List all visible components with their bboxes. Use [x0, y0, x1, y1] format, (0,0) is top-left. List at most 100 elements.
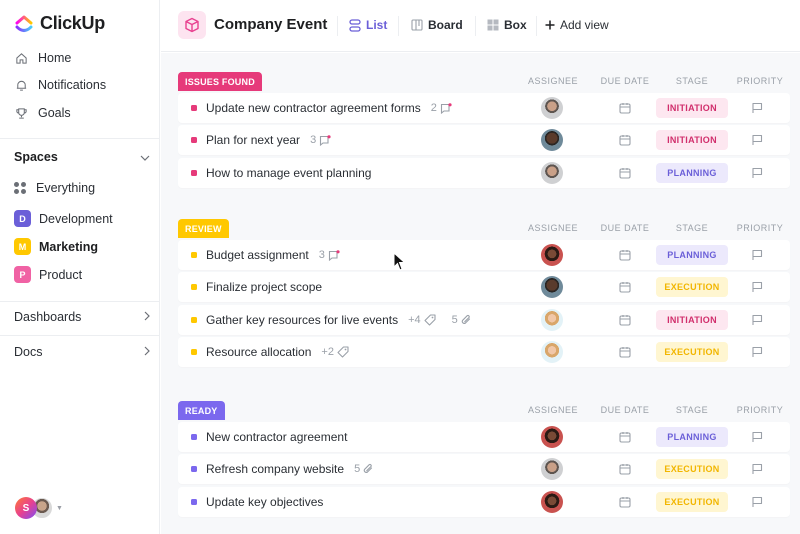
chevron-down-icon[interactable]: [140, 150, 150, 164]
status-indicator[interactable]: [191, 169, 197, 176]
nav-notifications[interactable]: Notifications: [14, 78, 106, 92]
task-row[interactable]: Plan for next year 3 INITIATION: [178, 125, 790, 156]
task-name[interactable]: Plan for next year: [206, 133, 300, 147]
assignee-avatar[interactable]: [541, 308, 563, 331]
tab-list[interactable]: List: [349, 18, 387, 32]
comment-count[interactable]: 3: [310, 134, 331, 146]
calendar-icon[interactable]: [619, 249, 631, 261]
dashboards-link[interactable]: Dashboards: [14, 310, 150, 324]
add-view-button[interactable]: Add view: [545, 18, 609, 32]
status-indicator[interactable]: [191, 252, 197, 258]
task-name[interactable]: Refresh company website: [206, 462, 344, 476]
assignee-avatar[interactable]: [541, 490, 563, 513]
assignee-avatar[interactable]: [541, 458, 563, 481]
task-name[interactable]: Resource allocation: [206, 345, 311, 359]
comment-count[interactable]: 3: [319, 249, 340, 261]
clickup-logo[interactable]: ClickUp: [14, 13, 105, 34]
column-header-assignee[interactable]: ASSIGNEE: [518, 405, 588, 415]
task-row[interactable]: Resource allocation +2 EXECUTION: [178, 336, 790, 367]
assignee-avatar[interactable]: [541, 129, 563, 152]
status-indicator[interactable]: [191, 434, 197, 440]
column-header-stage[interactable]: STAGE: [658, 405, 726, 415]
tab-board[interactable]: Board: [411, 18, 463, 32]
priority-flag-icon[interactable]: [751, 463, 763, 475]
status-indicator[interactable]: [191, 348, 197, 355]
space-everything[interactable]: Everything: [14, 181, 95, 195]
status-indicator[interactable]: [191, 137, 197, 144]
column-header-assignee[interactable]: ASSIGNEE: [518, 223, 588, 233]
priority-flag-icon[interactable]: [751, 496, 763, 508]
column-header-priority[interactable]: PRIORITY: [730, 223, 790, 233]
task-row[interactable]: Budget assignment 3 PLANNING: [178, 240, 790, 270]
task-row[interactable]: Update key objectives EXECUTION: [178, 486, 790, 517]
attachment-count[interactable]: 5: [452, 314, 472, 326]
task-name[interactable]: Budget assignment: [206, 248, 309, 262]
task-row[interactable]: Refresh company website 5 EXECUTION: [178, 454, 790, 485]
column-header-priority[interactable]: PRIORITY: [730, 76, 790, 86]
task-name[interactable]: Update key objectives: [206, 495, 323, 509]
stage-badge[interactable]: EXECUTION: [656, 277, 728, 298]
task-row[interactable]: New contractor agreement PLANNING: [178, 422, 790, 452]
assignee-avatar[interactable]: [541, 276, 563, 299]
priority-flag-icon[interactable]: [751, 346, 763, 358]
stage-badge[interactable]: INITIATION: [656, 98, 728, 118]
calendar-icon[interactable]: [619, 102, 631, 114]
status-indicator[interactable]: [191, 466, 197, 473]
stage-badge[interactable]: EXECUTION: [656, 459, 728, 480]
column-header-due-date[interactable]: DUE DATE: [594, 76, 656, 86]
priority-flag-icon[interactable]: [751, 281, 763, 293]
tab-box[interactable]: Box: [487, 18, 527, 32]
calendar-icon[interactable]: [619, 496, 631, 508]
task-name[interactable]: New contractor agreement: [206, 430, 347, 444]
priority-flag-icon[interactable]: [751, 167, 763, 179]
status-indicator[interactable]: [191, 284, 197, 291]
calendar-icon[interactable]: [619, 314, 631, 326]
column-header-due-date[interactable]: DUE DATE: [594, 223, 656, 233]
group-status-tag[interactable]: READY: [178, 401, 225, 420]
group-status-tag[interactable]: ISSUES FOUND: [178, 72, 262, 91]
column-header-stage[interactable]: STAGE: [658, 76, 726, 86]
task-row[interactable]: Update new contractor agreement forms 2 IN…: [178, 93, 790, 123]
calendar-icon[interactable]: [619, 346, 631, 358]
priority-flag-icon[interactable]: [751, 102, 763, 114]
task-row[interactable]: Gather key resources for live events +4 5 I…: [178, 304, 790, 335]
comment-count[interactable]: 2: [431, 102, 452, 114]
docs-link[interactable]: Docs: [14, 345, 150, 359]
stage-badge[interactable]: EXECUTION: [656, 341, 728, 362]
assignee-avatar[interactable]: [541, 161, 563, 184]
stage-badge[interactable]: PLANNING: [656, 245, 728, 265]
space-product[interactable]: P Product: [14, 266, 82, 283]
status-indicator[interactable]: [191, 498, 197, 505]
calendar-icon[interactable]: [619, 134, 631, 146]
priority-flag-icon[interactable]: [751, 314, 763, 326]
tag-count[interactable]: +2: [321, 346, 349, 358]
assignee-avatar[interactable]: [541, 97, 563, 119]
calendar-icon[interactable]: [619, 431, 631, 443]
priority-flag-icon[interactable]: [751, 431, 763, 443]
space-development[interactable]: D Development: [14, 210, 113, 227]
task-row[interactable]: How to manage event planning PLANNING: [178, 157, 790, 188]
nav-goals[interactable]: Goals: [14, 106, 71, 120]
priority-flag-icon[interactable]: [751, 249, 763, 261]
column-header-priority[interactable]: PRIORITY: [730, 405, 790, 415]
tag-count[interactable]: +4: [408, 314, 436, 326]
calendar-icon[interactable]: [619, 281, 631, 293]
space-marketing[interactable]: M Marketing: [14, 238, 98, 255]
spaces-header[interactable]: Spaces: [14, 150, 150, 164]
assignee-avatar[interactable]: [541, 340, 563, 363]
group-status-tag[interactable]: REVIEW: [178, 219, 229, 238]
task-name[interactable]: Finalize project scope: [206, 280, 322, 294]
stage-badge[interactable]: INITIATION: [656, 309, 728, 330]
calendar-icon[interactable]: [619, 167, 631, 179]
attachment-count[interactable]: 5: [354, 463, 374, 475]
column-header-due-date[interactable]: DUE DATE: [594, 405, 656, 415]
column-header-stage[interactable]: STAGE: [658, 223, 726, 233]
stage-badge[interactable]: EXECUTION: [656, 491, 728, 512]
status-indicator[interactable]: [191, 105, 197, 111]
column-header-assignee[interactable]: ASSIGNEE: [518, 76, 588, 86]
user-menu[interactable]: S ▼: [15, 497, 63, 519]
stage-badge[interactable]: PLANNING: [656, 427, 728, 447]
task-name[interactable]: Update new contractor agreement forms: [206, 101, 421, 115]
priority-flag-icon[interactable]: [751, 134, 763, 146]
stage-badge[interactable]: PLANNING: [656, 162, 728, 183]
